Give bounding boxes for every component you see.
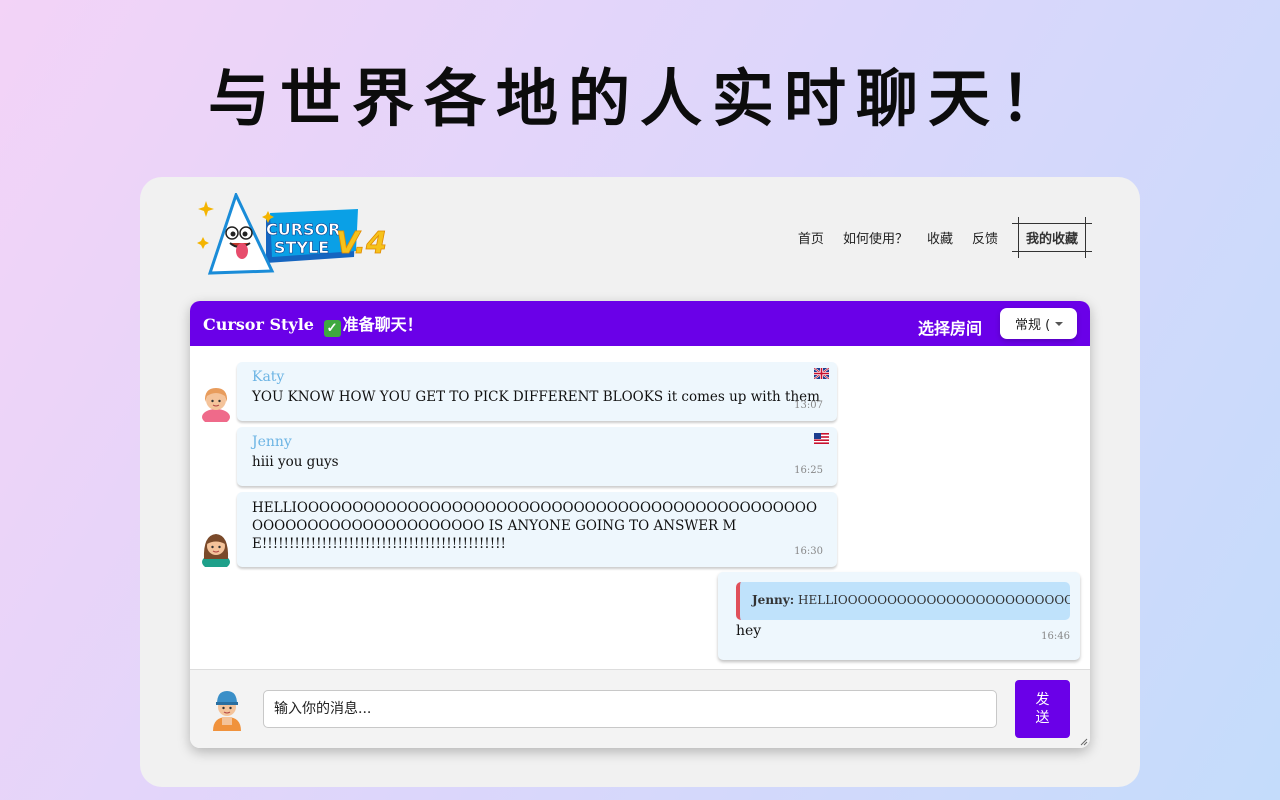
send-button[interactable]: 发送 (1015, 680, 1070, 738)
list-item[interactable]: Jenny hiii you guys 16:25 (237, 427, 837, 486)
uk-flag-icon (814, 368, 829, 379)
avatar (210, 687, 244, 731)
room-select-value: 常规 ( (1015, 314, 1050, 333)
message-time: 16:25 (794, 465, 823, 476)
logo-line1: CURSOR (266, 220, 341, 239)
nav-item-feedback[interactable]: 反馈 (972, 228, 998, 247)
message-list[interactable]: Katy YOU KNOW HOW YOU GET TO PICK DIFFER… (190, 346, 1090, 669)
avatar (200, 529, 232, 567)
nav-item-how-to-use[interactable]: 如何使用？ (843, 228, 908, 247)
nav-item-collection[interactable]: 收藏 (927, 228, 953, 247)
room-label: 选择房间 (918, 315, 982, 339)
message-text: YOU KNOW HOW YOU GET TO PICK DIFFERENT B… (252, 388, 822, 406)
my-favorites-button[interactable]: 我的收藏 (1012, 223, 1092, 252)
message-composer: 发送 (190, 669, 1090, 748)
quote-text: HELLIOOOOOOOOOOOOOOOOOOOOOOOOOO.... (798, 593, 1070, 607)
avatar (200, 384, 232, 422)
logo-line2: STYLE (274, 238, 329, 257)
chevron-down-icon (1055, 322, 1063, 326)
us-flag-icon (814, 433, 829, 444)
message-text: HELLIOOOOOOOOOOOOOOOOOOOOOOOOOOOOOOOOOOO… (252, 499, 822, 553)
quoted-reply[interactable]: Jenny: HELLIOOOOOOOOOOOOOOOOOOOOOOOOOO..… (736, 582, 1070, 620)
main-card: CURSOR STYLE V.4 首页 如何使用？ 收藏 反馈 我的收藏 Cur… (140, 177, 1140, 787)
room-select[interactable]: 常规 ( (1000, 308, 1077, 339)
logo-version: V.4 (336, 226, 387, 261)
cursor-style-logo[interactable]: CURSOR STYLE V.4 (196, 193, 396, 277)
page-headline: 与世界各地的人实时聊天！ (0, 48, 1280, 138)
chat-title: Cursor Style ✓准备聊天！ (203, 311, 423, 337)
chat-title-prefix: Cursor Style (203, 315, 314, 334)
message-input[interactable] (263, 690, 997, 728)
nav-item-home[interactable]: 首页 (798, 228, 824, 247)
check-icon: ✓ (324, 320, 341, 337)
message-sender: Jenny (252, 434, 822, 450)
message-time: 16:46 (1041, 631, 1070, 642)
message-time: 13:07 (794, 400, 823, 411)
list-item[interactable]: Katy YOU KNOW HOW YOU GET TO PICK DIFFER… (237, 362, 837, 421)
logo-graphic: CURSOR STYLE V.4 (196, 193, 396, 277)
chat-title-suffix: 准备聊天！ (343, 315, 423, 334)
message-sender: Katy (252, 369, 822, 385)
list-item[interactable]: HELLIOOOOOOOOOOOOOOOOOOOOOOOOOOOOOOOOOOO… (237, 492, 837, 567)
chat-window: Cursor Style ✓准备聊天！ 选择房间 常规 ( Katy YO (190, 301, 1090, 748)
own-message[interactable]: Jenny: HELLIOOOOOOOOOOOOOOOOOOOOOOOOOO..… (718, 572, 1080, 660)
resize-grip-icon[interactable] (1080, 738, 1088, 746)
message-text: hiii you guys (252, 453, 822, 471)
message-time: 16:30 (794, 546, 823, 557)
chat-header: Cursor Style ✓准备聊天！ 选择房间 常规 ( (190, 301, 1090, 346)
quote-sender: Jenny: (752, 593, 794, 607)
top-nav: 首页 如何使用？ 收藏 反馈 我的收藏 (779, 223, 1092, 252)
message-text: hey (736, 623, 761, 639)
